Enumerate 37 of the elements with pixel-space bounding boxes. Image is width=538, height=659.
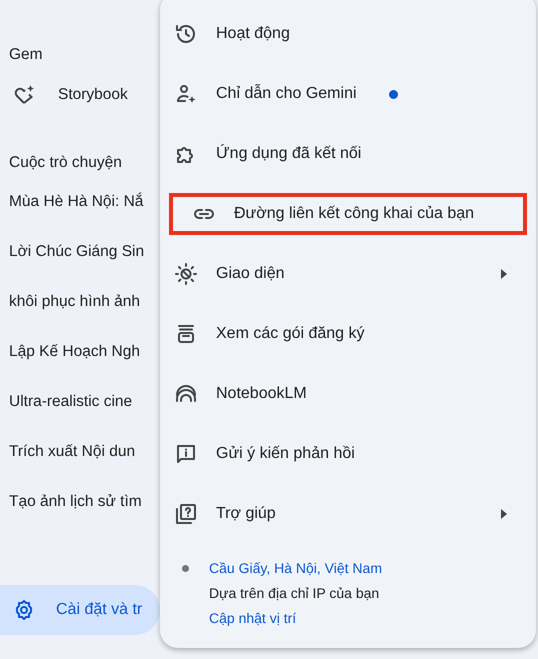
menu-item[interactable]: NotebookLM xyxy=(160,364,536,424)
menu-item-label: Ứng dụng đã kết nối xyxy=(216,145,362,163)
feedback-icon xyxy=(174,442,198,466)
menu-item[interactable]: Ứng dụng đã kết nối xyxy=(160,124,536,184)
menu-item[interactable]: Hoạt động xyxy=(160,4,536,64)
help-icon xyxy=(174,502,198,526)
menu-item-label: Giao diện xyxy=(216,265,284,283)
section-heading: Gem xyxy=(8,45,44,65)
chat-item[interactable]: Ultra-realistic cine xyxy=(0,377,160,427)
chat-item[interactable]: khôi phục hình ảnh xyxy=(0,277,160,327)
location-dot xyxy=(182,565,189,572)
menu-item[interactable]: Chỉ dẫn cho Gemini xyxy=(160,64,536,124)
menu-item-label: Xem các gói đăng ký xyxy=(216,325,365,343)
chat-item[interactable]: Tạo ảnh lịch sử tìm xyxy=(0,477,160,527)
menu-item-label: Gửi ý kiến phản hồi xyxy=(216,445,355,463)
menu-item-label: Chỉ dẫn cho Gemini xyxy=(216,85,357,103)
menu-item[interactable]: Xem các gói đăng ký xyxy=(160,304,536,364)
menu-item[interactable]: Giao diện xyxy=(160,244,536,304)
section-heading: Cuộc trò chuyện xyxy=(8,153,123,173)
menu-item-label: Trợ giúp xyxy=(216,505,276,523)
theme-icon xyxy=(174,262,198,286)
gem-item[interactable]: Storybook xyxy=(0,70,160,120)
menu-item[interactable]: Trợ giúp xyxy=(160,484,536,544)
menu-item[interactable]: Gửi ý kiến phản hồi xyxy=(160,424,536,484)
update-location-link[interactable]: Cập nhật vị trí xyxy=(209,606,536,631)
chat-item[interactable]: Lời Chúc Giáng Sin xyxy=(0,227,160,277)
location-link[interactable]: Cầu Giấy, Hà Nội, Việt Nam xyxy=(209,556,536,581)
history-icon xyxy=(174,22,198,46)
chat-item[interactable]: Mùa Hè Hà Nội: Nắ xyxy=(0,177,160,227)
chat-item[interactable]: Trích xuất Nội dun xyxy=(0,427,160,477)
menu-item[interactable]: Đường liên kết công khai của bạn xyxy=(160,184,536,244)
menu-item-label: Đường liên kết công khai của bạn xyxy=(234,205,474,223)
chat-item[interactable]: Lập Kế Hoạch Ngh xyxy=(0,327,160,377)
settings-button[interactable]: Cài đặt và tr xyxy=(0,585,160,635)
menu-item-label: Hoạt động xyxy=(216,25,290,43)
menu-item-label: NotebookLM xyxy=(216,385,307,403)
location-note: Dựa trên địa chỉ IP của bạn xyxy=(209,584,380,603)
